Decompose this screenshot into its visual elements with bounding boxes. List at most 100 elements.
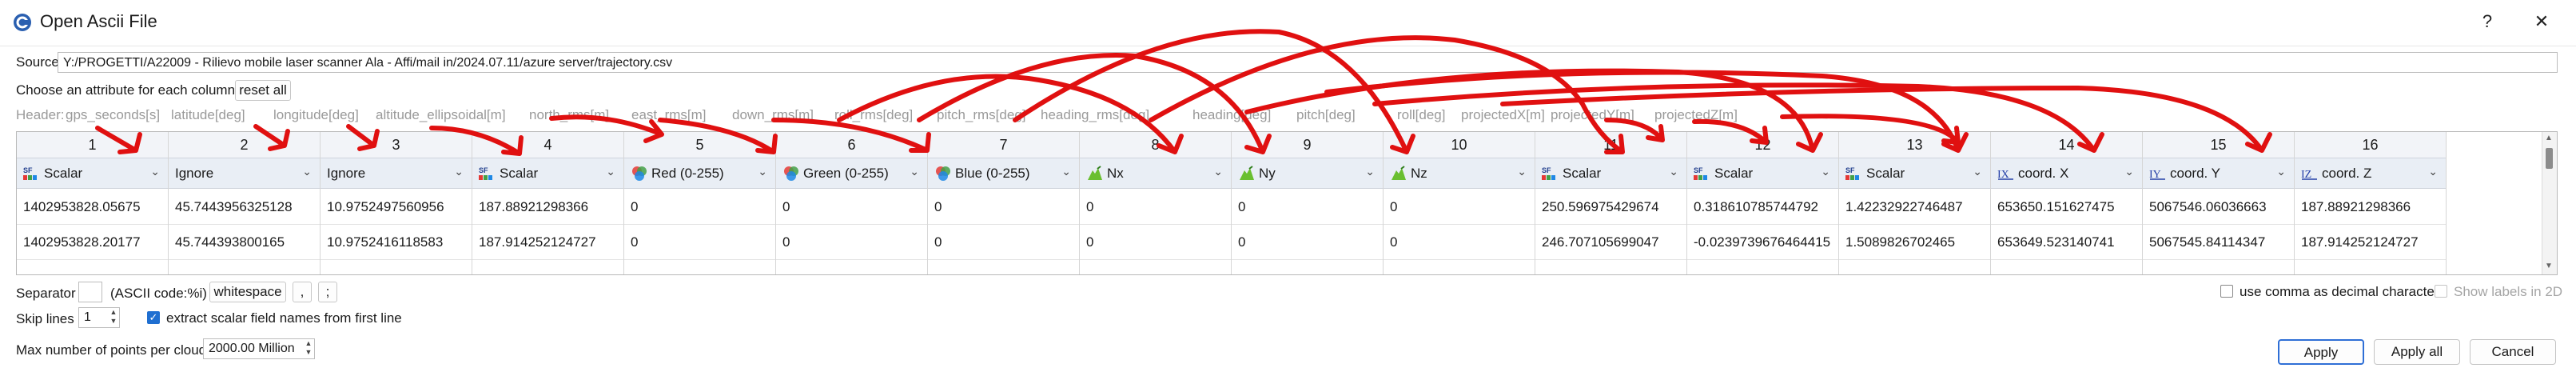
separator-field[interactable] (78, 282, 102, 302)
scroll-thumb[interactable] (2546, 148, 2553, 169)
table-cell-empty (928, 260, 1079, 274)
column-type-dropdown[interactable]: SF Scalar ⌄ (1535, 158, 1686, 189)
coord-x-icon: IX (1997, 166, 2015, 182)
column-number: 13 (1839, 132, 1990, 158)
column-type-dropdown[interactable]: SF Scalar ⌄ (1687, 158, 1838, 189)
column-type-label: coord. Y (2170, 166, 2221, 181)
chevron-down-icon[interactable]: ⌄ (1061, 165, 1071, 178)
skip-lines-spinner-icon[interactable]: ▲ ▼ (107, 308, 120, 327)
column-type-dropdown[interactable]: SF Scalar ⌄ (1839, 158, 1990, 189)
table-column: 1 SF Scalar ⌄ 1402953828.05675 1402953828.201… (17, 132, 169, 274)
apply-button[interactable]: Apply (2278, 339, 2364, 365)
column-type-label: coord. Z (2322, 166, 2372, 181)
column-type-dropdown[interactable]: Ignore ⌄ (169, 158, 320, 189)
max-points-field[interactable]: 2000.00 Million (203, 338, 315, 359)
column-type-dropdown[interactable]: Ignore ⌄ (321, 158, 472, 189)
table-cell: 653649.523140741 (1991, 225, 2142, 260)
apply-all-button[interactable]: Apply all (2374, 339, 2460, 365)
header-line: Header: gps_seconds[s] latitude[deg] lon… (16, 107, 1774, 126)
table-cell-empty (1232, 260, 1383, 274)
table-column: 6 Green (0-255) ⌄ 0 0 (776, 132, 928, 274)
chevron-down-icon[interactable]: ⌄ (150, 165, 160, 178)
table-column: 14 IX coord. X ⌄ 653650.15162747​5 653649.523… (1991, 132, 2143, 274)
chevron-down-icon[interactable]: ⌄ (1973, 165, 1982, 178)
header-field: roll[deg] (1397, 107, 1446, 122)
scroll-down-icon[interactable]: ▼ (2545, 262, 2553, 270)
table-cell: 0 (1384, 190, 1535, 225)
scalar-field-icon: SF (1542, 166, 1559, 182)
reset-all-button[interactable]: reset all (235, 80, 291, 101)
column-type-dropdown[interactable]: IZ coord. Z ⌄ (2295, 158, 2446, 189)
column-type-dropdown[interactable]: Red (0-255) ⌄ (624, 158, 775, 189)
header-field: heading[deg] (1192, 107, 1272, 122)
chevron-down-icon[interactable]: ⌄ (454, 165, 464, 178)
column-number: 10 (1384, 132, 1535, 158)
close-button[interactable]: ✕ (2526, 8, 2558, 35)
scalar-field-icon: SF (23, 166, 41, 182)
chevron-down-icon[interactable]: ⌄ (1821, 165, 1830, 178)
table-column: 4 SF Scalar ⌄ 187.88921298366 187.91425212472… (472, 132, 624, 274)
scroll-up-icon[interactable]: ▲ (2545, 134, 2553, 142)
chevron-down-icon[interactable]: ⌄ (758, 165, 767, 178)
header-field: projectedY[m] (1551, 107, 1634, 122)
max-points-label: Max number of points per cloud (16, 342, 207, 358)
whitespace-button[interactable]: whitespace (209, 282, 286, 302)
chevron-down-icon[interactable]: ⌄ (2124, 165, 2134, 178)
column-type-dropdown[interactable]: IX coord. X ⌄ (1991, 158, 2142, 189)
chevron-down-icon[interactable]: ⌄ (1517, 165, 1527, 178)
table-cell: -0.0239739676464415 (1687, 225, 1838, 260)
window-title: Open Ascii File (40, 11, 157, 31)
column-type-dropdown[interactable]: SF Scalar ⌄ (17, 158, 168, 189)
table-cell: 187.88921298366 (472, 190, 623, 225)
chevron-down-icon[interactable]: ⌄ (2428, 165, 2438, 178)
header-field: longitude[deg] (273, 107, 359, 122)
semicolon-button[interactable]: ; (318, 282, 337, 302)
chevron-down-icon[interactable]: ⌄ (1365, 165, 1375, 178)
header-field: projectedX[m] (1461, 107, 1545, 122)
table-cell-empty (1839, 260, 1990, 274)
table-cell-empty (1080, 260, 1231, 274)
column-type-dropdown[interactable]: SF Scalar ⌄ (472, 158, 623, 189)
max-points-spinner-icon[interactable]: ▲ ▼ (302, 339, 315, 358)
column-number: 2 (169, 132, 320, 158)
source-path-field[interactable]: Y:/PROGETTI/A22009 - Rilievo mobile lase… (58, 52, 2558, 73)
column-number: 1 (17, 132, 168, 158)
column-type-dropdown[interactable]: Blue (0-255) ⌄ (928, 158, 1079, 189)
header-field: east_rms[m] (631, 107, 707, 122)
table-cell-empty (1535, 260, 1686, 274)
chevron-down-icon[interactable]: ⌄ (2276, 165, 2286, 178)
help-button[interactable]: ? (2471, 8, 2503, 35)
table-cell: 0 (776, 225, 927, 260)
column-type-dropdown[interactable]: Ny ⌄ (1232, 158, 1383, 189)
table-column: 11 SF Scalar ⌄ 250.596975429674 246.707105699… (1535, 132, 1687, 274)
extract-names-label: extract scalar field names from first li… (166, 310, 402, 326)
chevron-down-icon[interactable]: ⌄ (1669, 165, 1678, 178)
vertical-scrollbar[interactable]: ▲ ▼ (2542, 132, 2557, 274)
column-type-label: Green (0-255) (803, 166, 889, 181)
column-type-dropdown[interactable]: Green (0-255) ⌄ (776, 158, 927, 189)
normal-icon (1086, 166, 1104, 182)
table-column: 7 Blue (0-255) ⌄ 0 0 (928, 132, 1080, 274)
chevron-down-icon[interactable]: ⌄ (1213, 165, 1223, 178)
coord-y-icon: IY (2149, 166, 2167, 182)
cancel-button[interactable]: Cancel (2470, 339, 2556, 365)
chevron-down-icon[interactable]: ⌄ (606, 165, 615, 178)
column-type-dropdown[interactable]: IY coord. Y ⌄ (2143, 158, 2294, 189)
column-type-dropdown[interactable]: Nz ⌄ (1384, 158, 1535, 189)
table-column: 15 IY coord. Y ⌄ 5067546.06036663 5067545.841… (2143, 132, 2295, 274)
table-cell: 187.914252124727 (2295, 225, 2446, 260)
chevron-down-icon[interactable]: ⌄ (302, 165, 312, 178)
table-cell-empty (321, 260, 472, 274)
show-labels-2d-checkbox[interactable] (2435, 285, 2447, 298)
table-cell: 45.744393800165 (169, 225, 320, 260)
comma-button[interactable]: , (293, 282, 312, 302)
table-cell: 10.9752497560956 (321, 190, 472, 225)
column-number: 8 (1080, 132, 1231, 158)
column-type-dropdown[interactable]: Nx ⌄ (1080, 158, 1231, 189)
scalar-field-icon: SF (479, 166, 496, 182)
chevron-down-icon[interactable]: ⌄ (910, 165, 919, 178)
table-column: 13 SF Scalar ⌄ 1.42232922746487 1.50898267024… (1839, 132, 1991, 274)
extract-names-checkbox[interactable]: ✓ (147, 311, 160, 324)
header-field: projectedZ[m] (1654, 107, 1738, 122)
comma-decimal-checkbox[interactable] (2220, 285, 2233, 298)
